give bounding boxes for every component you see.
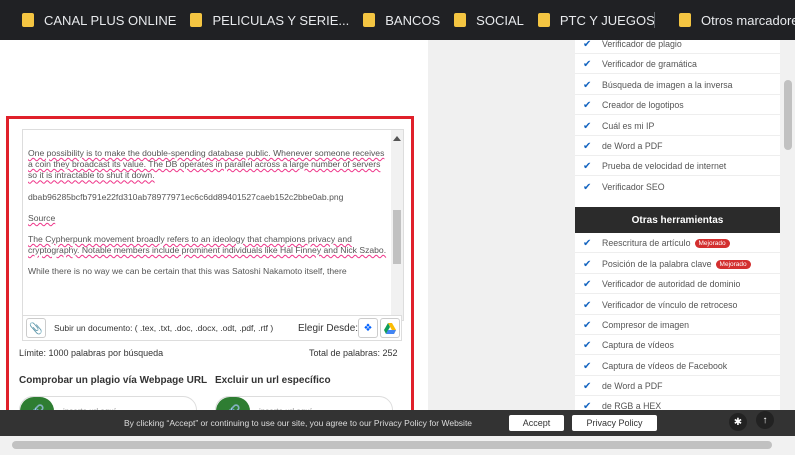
scroll-up-icon[interactable] (393, 136, 401, 141)
sidebar-item-gramatica[interactable]: ✔ Verificador de gramática (583, 57, 697, 71)
resize-handle-icon[interactable] (403, 302, 404, 316)
page-scroll-thumb[interactable] (784, 80, 792, 150)
bookmark-peliculas[interactable]: PELICULAS Y SERIE... (190, 13, 349, 28)
cookie-message: By clicking “Accept” or continuing to us… (124, 418, 473, 428)
check-url-heading: Comprobar un plagio vía Webpage URL (19, 375, 208, 386)
choose-from-label: Elegir Desde: (298, 322, 359, 334)
editor-paragraph: The Cypherpunk movement broadly refers t… (28, 234, 387, 256)
dropbox-icon[interactable]: ❖ (358, 318, 378, 338)
check-icon: ✔ (583, 140, 592, 152)
page-background (428, 40, 575, 415)
divider (575, 314, 780, 315)
editor-paragraph: While there is no way we can be certain … (28, 266, 347, 277)
check-icon: ✔ (583, 99, 592, 111)
divider (575, 293, 780, 294)
main-content: One possibility is to make the double-sp… (0, 40, 428, 455)
sidebar-item-word-pdf-2[interactable]: ✔ de Word a PDF (583, 379, 662, 393)
sidebar-item-captura-facebook[interactable]: ✔ Captura de vídeos de Facebook (583, 359, 727, 373)
divider (575, 252, 780, 253)
check-icon: ✔ (583, 278, 592, 290)
folder-icon (190, 13, 203, 27)
check-icon: ✔ (583, 299, 592, 311)
sidebar-item-ip[interactable]: ✔ Cuál es mi IP (583, 119, 654, 133)
check-icon: ✔ (583, 58, 592, 70)
sidebar-item-seo[interactable]: ✔ Verificador SEO (583, 180, 665, 194)
sidebar-item-captura-videos[interactable]: ✔ Captura de vídeos (583, 338, 674, 352)
word-total: Total de palabras: 252 (309, 348, 398, 358)
check-icon: ✔ (583, 181, 592, 193)
check-icon: ✔ (583, 120, 592, 132)
sidebar-item-posicion[interactable]: ✔ Posición de la palabra clave Mejorado (583, 257, 751, 271)
privacy-policy-button[interactable]: Privacy Policy (572, 415, 657, 431)
bookmark-ptc[interactable]: PTC Y JUEGOS (537, 13, 655, 28)
sidebar-item-autoridad[interactable]: ✔ Verificador de autoridad de dominio (583, 277, 740, 291)
sidebar-item-compresor[interactable]: ✔ Compresor de imagen (583, 318, 689, 332)
folder-icon (22, 13, 34, 27)
divider (575, 135, 780, 136)
sidebar-item-plagio[interactable]: ✔ Verificador de plagio (583, 37, 682, 51)
improved-badge: Mejorado (694, 238, 730, 248)
paperclip-icon[interactable]: 📎 (26, 318, 46, 338)
bookmark-bancos[interactable]: BANCOS (363, 13, 440, 28)
accept-button[interactable]: Accept (509, 415, 564, 431)
sidebar-section-title: Otras herramientas (575, 207, 780, 233)
folder-icon (537, 13, 550, 27)
editor-scrollbar[interactable] (391, 130, 403, 320)
bug-icon[interactable]: ✱ (729, 413, 747, 431)
horizontal-scrollbar[interactable] (0, 436, 795, 455)
divider (575, 273, 780, 274)
divider (575, 395, 780, 396)
plagiarism-tool-panel: One possibility is to make the double-sp… (6, 116, 414, 436)
editor-scroll-thumb[interactable] (393, 210, 401, 264)
improved-badge: Mejorado (715, 259, 751, 269)
horizontal-scroll-thumb[interactable] (12, 441, 772, 449)
check-icon: ✔ (583, 360, 592, 372)
bookmark-canal-plus[interactable]: CANAL PLUS ONLINE (22, 13, 176, 28)
folder-icon (363, 13, 376, 27)
upload-label[interactable]: Subir un documento: ( .tex, .txt, .doc, … (54, 323, 273, 333)
editor-paragraph: dbab96285bcfb791e22fd310ab78977971ec6c6d… (28, 191, 344, 202)
folder-icon (679, 13, 691, 27)
sidebar: ✔ Verificador de plagio ✔ Verificador de g… (575, 37, 780, 415)
divider (575, 175, 780, 176)
divider (575, 94, 780, 95)
bookmark-social[interactable]: SOCIAL (454, 13, 524, 28)
bookmarks-separator (654, 12, 655, 28)
divider (575, 53, 780, 54)
check-icon: ✔ (583, 237, 592, 249)
text-editor[interactable]: One possibility is to make the double-sp… (22, 129, 404, 321)
cookie-banner: By clicking “Accept” or continuing to us… (0, 410, 795, 436)
check-icon: ✔ (583, 339, 592, 351)
sidebar-item-imagen-inversa[interactable]: ✔ Búsqueda de imagen a la inversa (583, 78, 733, 92)
editor-paragraph: Source (28, 212, 56, 223)
editor-paragraph: One possibility is to make the double-sp… (28, 148, 385, 181)
bookmark-other[interactable]: Otros marcadores (679, 13, 795, 28)
check-icon: ✔ (583, 38, 592, 50)
sidebar-item-velocidad[interactable]: ✔ Prueba de velocidad de internet (583, 159, 726, 173)
divider (575, 334, 780, 335)
sidebar-item-reescritura[interactable]: ✔ Reescritura de artículo Mejorado (583, 236, 730, 250)
word-limit: Límite: 1000 palabras por búsqueda (19, 348, 164, 358)
bookmarks-bar: CANAL PLUS ONLINE PELICULAS Y SERIE... B… (0, 0, 795, 40)
check-icon: ✔ (583, 258, 592, 270)
sidebar-item-word-pdf[interactable]: ✔ de Word a PDF (583, 139, 662, 153)
exclude-url-heading: Excluir un url específico (215, 375, 331, 386)
page-scrollbar[interactable] (780, 40, 795, 415)
divider (575, 155, 780, 156)
check-icon: ✔ (583, 79, 592, 91)
check-icon: ✔ (583, 319, 592, 331)
check-icon: ✔ (583, 160, 592, 172)
upload-bar: 📎 Subir un documento: ( .tex, .txt, .doc… (22, 315, 402, 341)
divider (575, 375, 780, 376)
folder-icon (454, 13, 467, 27)
sidebar-item-logotipos[interactable]: ✔ Creador de logotipos (583, 98, 684, 112)
arrow-up-icon[interactable]: ↑ (756, 411, 774, 429)
divider (575, 73, 780, 74)
google-drive-icon[interactable] (380, 318, 400, 338)
divider (575, 354, 780, 355)
check-icon: ✔ (583, 380, 592, 392)
sidebar-item-retroceso[interactable]: ✔ Verificador de vínculo de retroceso (583, 298, 737, 312)
divider (575, 114, 780, 115)
